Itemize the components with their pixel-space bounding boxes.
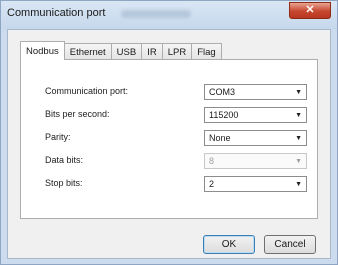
dialog-client-area: Nodbus Ethernet USB IR LPR Flag Communic… [7,29,331,259]
stop-bits-label: Stop bits: [45,178,83,188]
close-button[interactable]: ✕ [289,2,331,19]
communication-port-value: COM3 [209,87,236,97]
title-bar: Communication port ✕ [1,1,337,29]
cancel-button[interactable]: Cancel [264,235,316,254]
dialog-window: Communication port ✕ Nodbus Ethernet USB… [0,0,338,265]
ok-button[interactable]: OK [203,235,255,254]
tab-strip: Nodbus Ethernet USB IR LPR Flag [20,41,222,60]
chevron-down-icon: ▼ [295,89,302,96]
bits-per-second-select[interactable]: 115200 ▼ [204,107,307,123]
tab-lpr[interactable]: LPR [161,43,193,60]
bits-per-second-label: Bits per second: [45,109,110,119]
tab-flag[interactable]: Flag [191,43,222,60]
form-row-data-bits: Data bits: 8 ▼ [21,153,317,169]
form-row-stop-bits: Stop bits: 2 ▼ [21,176,317,192]
close-icon: ✕ [305,4,315,16]
bits-per-second-value: 115200 [209,110,239,120]
stop-bits-select[interactable]: 2 ▼ [204,176,307,192]
chevron-down-icon: ▼ [295,135,302,142]
tab-panel: Communication port: COM3 ▼ Bits per seco… [20,59,318,219]
parity-select[interactable]: None ▼ [204,130,307,146]
form-row-parity: Parity: None ▼ [21,130,317,146]
form-row-bits-per-second: Bits per second: 115200 ▼ [21,107,317,123]
window-title: Communication port [7,7,106,19]
data-bits-value: 8 [209,156,215,166]
parity-value: None [209,133,231,143]
communication-port-label: Communication port: [45,86,129,96]
stop-bits-value: 2 [209,179,215,189]
tab-nodbus[interactable]: Nodbus [20,41,65,60]
data-bits-select: 8 ▼ [204,153,307,169]
parity-label: Parity: [45,132,71,142]
data-bits-label: Data bits: [45,155,84,165]
blurred-title-detail [121,10,191,18]
chevron-down-icon: ▼ [295,158,302,165]
chevron-down-icon: ▼ [295,112,302,119]
tab-usb[interactable]: USB [110,43,143,60]
tab-ir[interactable]: IR [141,43,163,60]
tab-ethernet[interactable]: Ethernet [63,43,112,60]
communication-port-select[interactable]: COM3 ▼ [204,84,307,100]
chevron-down-icon: ▼ [295,181,302,188]
form-row-communication-port: Communication port: COM3 ▼ [21,84,317,100]
